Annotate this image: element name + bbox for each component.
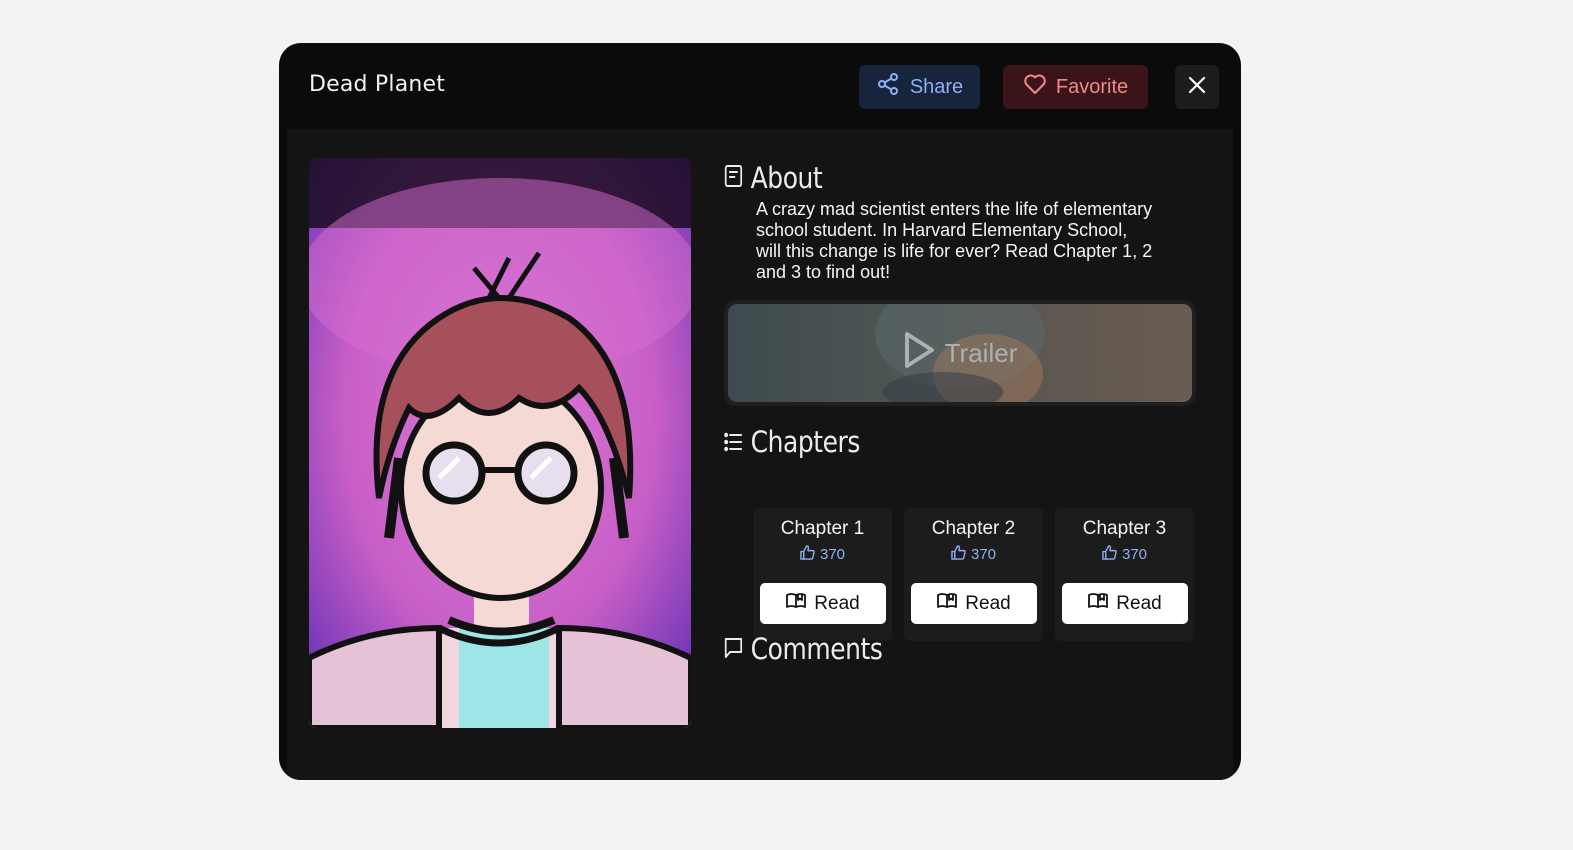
heart-icon	[1023, 73, 1047, 101]
trailer-label: Trailer	[944, 337, 1018, 368]
trailer-thumbnail: Trailer	[728, 304, 1192, 402]
close-icon	[1188, 76, 1206, 99]
open-book-icon	[937, 592, 958, 615]
comment-icon	[724, 632, 743, 666]
about-title: About	[750, 161, 823, 195]
note-icon	[724, 161, 743, 195]
read-label: Read	[814, 592, 860, 614]
chapters-heading: Chapters	[724, 425, 860, 459]
favorite-label: Favorite	[1055, 75, 1129, 98]
open-book-icon	[786, 592, 807, 615]
chapters-title: Chapters	[750, 425, 861, 459]
trailer-overlay: Trailer	[728, 304, 1192, 402]
list-icon	[724, 425, 743, 459]
chapter-title: Chapter 1	[780, 518, 865, 539]
thumbs-up-icon	[800, 545, 815, 564]
about-heading: About	[724, 161, 823, 195]
chapter-title: Chapter 2	[931, 518, 1016, 539]
open-book-icon	[1088, 592, 1109, 615]
close-button[interactable]	[1175, 65, 1219, 109]
story-modal: Dead Planet Share Favorite About A crazy…	[279, 43, 1241, 780]
likes-count: 370	[970, 546, 997, 563]
thumbs-up-icon	[1102, 545, 1117, 564]
play-icon	[903, 331, 935, 376]
about-description: A crazy mad scientist enters the life of…	[756, 199, 1153, 282]
chapter-likes: 370	[904, 545, 1043, 564]
read-button[interactable]: Read	[1062, 583, 1188, 624]
chapter-title: Chapter 3	[1082, 518, 1167, 539]
chapter-likes: 370	[753, 545, 892, 564]
favorite-button[interactable]: Favorite	[1003, 65, 1148, 109]
cover-image	[309, 158, 691, 728]
read-button[interactable]: Read	[760, 583, 886, 624]
read-button[interactable]: Read	[911, 583, 1037, 624]
chapter-likes: 370	[1055, 545, 1194, 564]
read-label: Read	[965, 592, 1011, 614]
content-panel: About A crazy mad scientist enters the l…	[287, 129, 1233, 780]
thumbs-up-icon	[951, 545, 966, 564]
share-button[interactable]: Share	[859, 65, 980, 109]
chapter-card: Chapter 3 370 Read	[1055, 508, 1194, 641]
share-label: Share	[909, 75, 964, 98]
read-label: Read	[1116, 592, 1162, 614]
panel-footer	[287, 732, 1233, 780]
story-title: Dead Planet	[309, 72, 446, 97]
chapter-card: Chapter 2 370 Read	[904, 508, 1043, 641]
likes-count: 370	[819, 546, 846, 563]
trailer-player[interactable]: Trailer	[724, 300, 1196, 406]
comments-title: Comments	[750, 632, 883, 666]
likes-count: 370	[1121, 546, 1148, 563]
chapter-card: Chapter 1 370 Read	[753, 508, 892, 641]
modal-header: Dead Planet Share Favorite	[279, 43, 1241, 129]
share-icon	[876, 72, 900, 102]
comments-heading: Comments	[724, 632, 883, 666]
